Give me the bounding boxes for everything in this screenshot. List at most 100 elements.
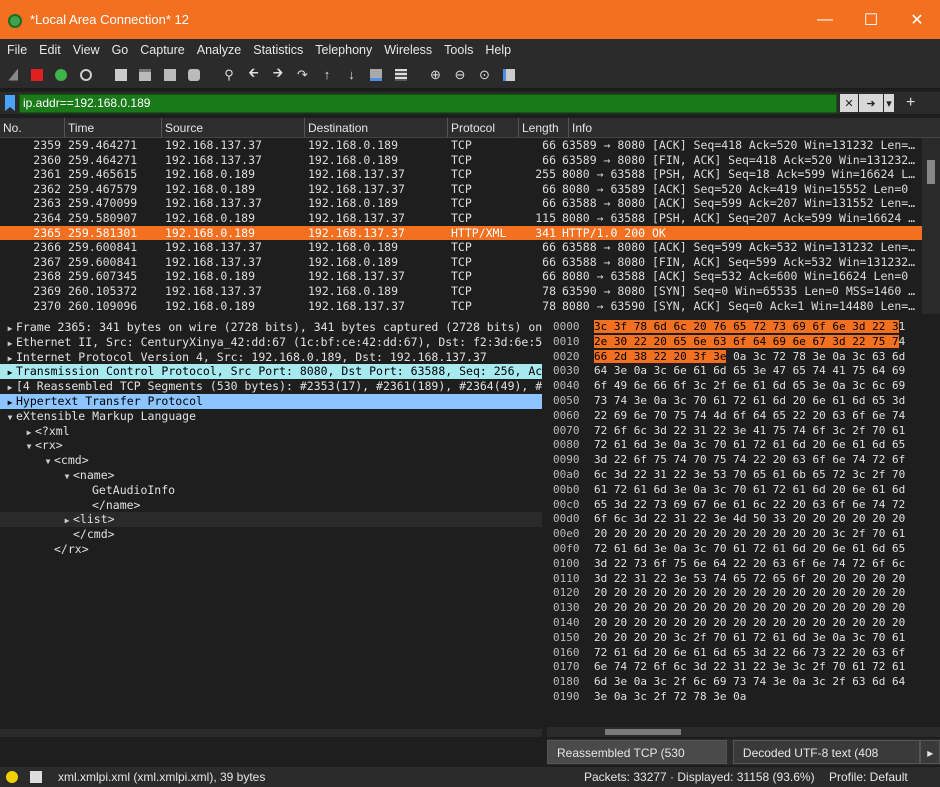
- hex-bytes[interactable]: 3d 22 73 6f 75 6e 64 22 20 63 6f 6e 74 7…: [594, 557, 940, 572]
- hex-bytes[interactable]: 72 61 6d 3e 0a 3c 70 61 72 61 6d 20 6e 6…: [594, 542, 940, 557]
- detail-row[interactable]: ▶ <list>: [0, 512, 542, 528]
- hex-bytes[interactable]: 2e 30 22 20 65 6e 63 6f 64 69 6e 67 3d 2…: [594, 334, 940, 350]
- zoom-reset-icon[interactable]: ⊙: [475, 65, 495, 85]
- hex-bytes[interactable]: 61 72 61 6d 3e 0a 3c 70 61 72 61 6d 20 6…: [594, 483, 940, 498]
- expert-info-icon[interactable]: [6, 771, 18, 783]
- col-protocol[interactable]: Protocol: [448, 118, 519, 137]
- find-packet-icon[interactable]: ⚲: [219, 65, 239, 85]
- hex-bytes[interactable]: 6d 3e 0a 3c 2f 6c 69 73 74 3e 0a 3c 2f 6…: [594, 675, 940, 690]
- hex-bytes[interactable]: 64 3e 0a 3c 6e 61 6d 65 3e 47 65 74 41 7…: [594, 364, 940, 379]
- detail-row[interactable]: </name>: [0, 498, 542, 513]
- hex-bytes[interactable]: 20 20 20 20 20 20 20 20 20 20 20 20 20 2…: [594, 601, 940, 616]
- hex-bytes[interactable]: 72 61 6d 20 6e 61 6d 65 3d 22 66 73 22 2…: [594, 646, 940, 661]
- open-file-icon[interactable]: [111, 65, 131, 85]
- capture-comment-icon[interactable]: [30, 771, 42, 783]
- hex-bytes[interactable]: 3d 22 6f 75 74 70 75 74 22 20 63 6f 6e 7…: [594, 453, 940, 468]
- hex-bytes[interactable]: 6f 6c 3d 22 31 22 3e 4d 50 33 20 20 20 2…: [594, 512, 940, 527]
- zoom-out-icon[interactable]: ⊖: [450, 65, 470, 85]
- save-file-icon[interactable]: [135, 65, 155, 85]
- menu-wireless[interactable]: Wireless: [379, 43, 437, 57]
- bytes-scrollbar[interactable]: [547, 727, 940, 737]
- hex-bytes[interactable]: 72 61 6d 3e 0a 3c 70 61 72 61 6d 20 6e 6…: [594, 438, 940, 453]
- hex-bytes[interactable]: 6e 74 72 6f 6c 3d 22 31 22 3e 3c 2f 70 6…: [594, 660, 940, 675]
- packet-row[interactable]: 2361 259.465615 192.168.0.189 192.168.137.3…: [0, 167, 940, 182]
- scroll-thumb[interactable]: [927, 160, 935, 184]
- tab-reassembled-tcp[interactable]: Reassembled TCP (530 bytes): [547, 740, 727, 784]
- maximize-icon[interactable]: ☐: [848, 0, 894, 39]
- go-back-icon[interactable]: 🡰: [244, 65, 264, 85]
- tab-scroll-right-icon[interactable]: ▸: [920, 740, 940, 764]
- hex-bytes[interactable]: 3d 22 31 22 3e 53 74 65 72 65 6f 20 20 2…: [594, 572, 940, 587]
- add-filter-button[interactable]: +: [906, 94, 915, 112]
- menu-file[interactable]: File: [2, 43, 32, 57]
- detail-row[interactable]: ▶ Hypertext Transfer Protocol: [0, 393, 542, 409]
- hex-bytes[interactable]: 73 74 3e 0a 3c 70 61 72 61 6d 20 6e 61 6…: [594, 394, 940, 409]
- go-first-icon[interactable]: ↑: [317, 65, 337, 85]
- close-file-icon[interactable]: [160, 65, 180, 85]
- packet-row[interactable]: 2363 259.470099 192.168.137.37 192.168.0.18…: [0, 196, 940, 211]
- hex-bytes[interactable]: 22 69 6e 70 75 74 4d 6f 64 65 22 20 63 6…: [594, 409, 940, 424]
- packet-row[interactable]: 2366 259.600841 192.168.137.37 192.168.0.18…: [0, 240, 940, 255]
- hex-bytes[interactable]: 3e 0a 3c 2f 72 78 3e 0a: [594, 690, 940, 705]
- detail-row[interactable]: ▶ [4 Reassembled TCP Segments (530 bytes)…: [0, 379, 542, 394]
- packet-row[interactable]: 2367 259.600841 192.168.137.37 192.168.0.18…: [0, 255, 940, 270]
- menu-help[interactable]: Help: [480, 43, 516, 57]
- menu-tools[interactable]: Tools: [439, 43, 478, 57]
- go-to-packet-icon[interactable]: ↷: [293, 65, 313, 85]
- detail-row[interactable]: ▼ <name>: [0, 468, 542, 483]
- tab-decoded-utf8[interactable]: Decoded UTF-8 text (408 bytes): [732, 740, 921, 784]
- apply-filter-icon[interactable]: ➜: [859, 94, 883, 112]
- packet-row[interactable]: 2362 259.467579 192.168.0.189 192.168.137.3…: [0, 182, 940, 197]
- go-forward-icon[interactable]: 🡲: [268, 65, 288, 85]
- menu-go[interactable]: Go: [107, 43, 134, 57]
- col-length[interactable]: Length: [519, 118, 569, 137]
- stop-capture-icon[interactable]: [27, 65, 47, 85]
- menu-telephony[interactable]: Telephony: [310, 43, 377, 57]
- packet-row[interactable]: 2359 259.464271 192.168.137.37 192.168.0.18…: [0, 138, 940, 153]
- close-icon[interactable]: ✕: [894, 0, 940, 39]
- hex-bytes[interactable]: 20 20 20 20 20 20 20 20 20 20 20 20 20 2…: [594, 616, 940, 631]
- hex-bytes[interactable]: 65 3d 22 73 69 67 6e 61 6c 22 20 63 6f 6…: [594, 498, 940, 513]
- packet-row[interactable]: 2360 259.464271 192.168.137.37 192.168.0.18…: [0, 153, 940, 168]
- restart-capture-icon[interactable]: [51, 65, 71, 85]
- hex-bytes[interactable]: 3c 3f 78 6d 6c 20 76 65 72 73 69 6f 6e 3…: [594, 320, 940, 335]
- minimize-icon[interactable]: —: [802, 0, 848, 39]
- menu-analyze[interactable]: Analyze: [192, 43, 246, 57]
- detail-row[interactable]: </cmd>: [0, 527, 542, 542]
- detail-row[interactable]: ▶ Transmission Control Protocol, Src Port…: [0, 364, 542, 380]
- menu-edit[interactable]: Edit: [34, 43, 66, 57]
- detail-row[interactable]: ▼ <rx>: [0, 438, 542, 453]
- hex-bytes[interactable]: 20 20 20 20 20 20 20 20 20 20 20 20 20 2…: [594, 586, 940, 601]
- detail-row[interactable]: ▼ eXtensible Markup Language: [0, 409, 542, 424]
- col-info[interactable]: Info: [569, 118, 922, 137]
- packet-row-selected[interactable]: 2365 259.581301 192.168.0.189 192.168.137.3…: [0, 225, 940, 241]
- packet-row[interactable]: 2370 260.109096 192.168.0.189 192.168.137.3…: [0, 299, 940, 314]
- details-scrollbar[interactable]: [0, 729, 542, 737]
- capture-options-icon[interactable]: [76, 65, 96, 85]
- detail-row[interactable]: ▶ Internet Protocol Version 4, Src: 192.1…: [0, 350, 542, 365]
- reload-file-icon[interactable]: [184, 65, 204, 85]
- colorize-icon[interactable]: [391, 65, 411, 85]
- filter-dropdown-icon[interactable]: ▾: [884, 94, 894, 112]
- clear-filter-icon[interactable]: ✕: [840, 94, 858, 112]
- packet-row[interactable]: 2369 260.105372 192.168.137.37 192.168.0.18…: [0, 284, 940, 299]
- status-profile[interactable]: Profile: Default: [829, 770, 908, 784]
- start-capture-icon[interactable]: [2, 65, 22, 85]
- detail-row[interactable]: ▶ <?xml: [0, 424, 542, 439]
- packet-list-scrollbar[interactable]: [922, 138, 940, 314]
- filter-bookmark-icon[interactable]: [5, 95, 15, 111]
- autoscroll-icon[interactable]: [366, 65, 386, 85]
- menu-view[interactable]: View: [68, 43, 105, 57]
- zoom-in-icon[interactable]: ⊕: [426, 65, 446, 85]
- packet-row[interactable]: 2364 259.580907 192.168.0.189 192.168.137.3…: [0, 211, 940, 226]
- scroll-thumb[interactable]: [605, 729, 681, 735]
- hex-bytes[interactable]: 20 20 20 20 3c 2f 70 61 72 61 6d 3e 0a 3…: [594, 631, 940, 646]
- display-filter-input[interactable]: [19, 93, 837, 113]
- detail-row[interactable]: ▶ Ethernet II, Src: CenturyXinya_42:dd:67…: [0, 335, 542, 350]
- resize-columns-icon[interactable]: [499, 65, 519, 85]
- detail-row[interactable]: GetAudioInfo: [0, 483, 542, 498]
- detail-row[interactable]: </rx>: [0, 542, 542, 557]
- col-no[interactable]: No.: [0, 118, 65, 137]
- col-time[interactable]: Time: [65, 118, 162, 137]
- hex-bytes[interactable]: 20 20 20 20 20 20 20 20 20 20 20 20 3c 2…: [594, 527, 940, 542]
